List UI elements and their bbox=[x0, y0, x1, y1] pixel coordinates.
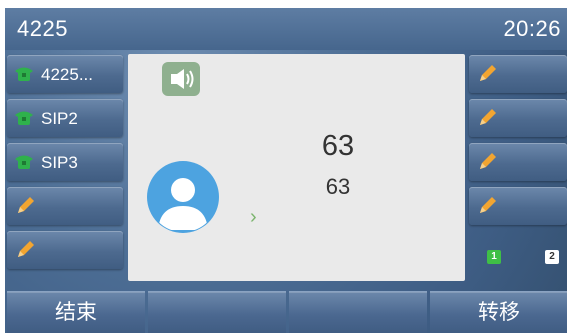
softkey-2[interactable] bbox=[148, 291, 286, 333]
pencil-icon bbox=[480, 153, 496, 169]
pencil-icon bbox=[18, 197, 34, 213]
phone-icon bbox=[15, 67, 33, 81]
pencil-icon bbox=[480, 109, 496, 125]
line-key-label: 4225... bbox=[41, 65, 93, 84]
phone-screen: 4225 20:26 4225... SIP2 SIP3 1 2 63 63 ›… bbox=[5, 8, 567, 333]
page-indicator-1[interactable]: 1 bbox=[487, 250, 501, 264]
line-key-3[interactable]: SIP3 bbox=[7, 143, 123, 181]
phone-icon bbox=[15, 155, 33, 169]
page-indicator-2[interactable]: 2 bbox=[545, 250, 559, 264]
status-bar: 4225 20:26 bbox=[5, 8, 567, 50]
pencil-icon bbox=[18, 241, 34, 257]
pencil-icon bbox=[480, 65, 496, 81]
line-key-7[interactable] bbox=[469, 99, 567, 137]
line-key-label: SIP2 bbox=[41, 109, 78, 128]
line-key-9[interactable] bbox=[469, 187, 567, 225]
speaker-icon bbox=[162, 62, 200, 96]
chevron-right-icon: › bbox=[250, 206, 257, 228]
call-panel: 63 63 › bbox=[128, 54, 465, 281]
pencil-icon bbox=[480, 197, 496, 213]
line-key-8[interactable] bbox=[469, 143, 567, 181]
line-key-2[interactable]: SIP2 bbox=[7, 99, 123, 137]
softkey-3[interactable] bbox=[289, 291, 427, 333]
line-key-5[interactable] bbox=[7, 231, 123, 269]
line-key-1[interactable]: 4225... bbox=[7, 55, 123, 93]
phone-icon bbox=[15, 111, 33, 125]
avatar-icon bbox=[147, 161, 219, 233]
line-key-4[interactable] bbox=[7, 187, 123, 225]
clock: 20:26 bbox=[503, 16, 561, 41]
line-key-6[interactable] bbox=[469, 55, 567, 93]
account-label: 4225 bbox=[17, 16, 68, 41]
softkey-transfer[interactable]: 转移 bbox=[430, 291, 567, 333]
softkey-end-call[interactable]: 结束 bbox=[7, 291, 145, 333]
line-key-label: SIP3 bbox=[41, 153, 78, 172]
caller-name: 63 bbox=[321, 130, 355, 162]
caller-number: 63 bbox=[325, 174, 351, 199]
